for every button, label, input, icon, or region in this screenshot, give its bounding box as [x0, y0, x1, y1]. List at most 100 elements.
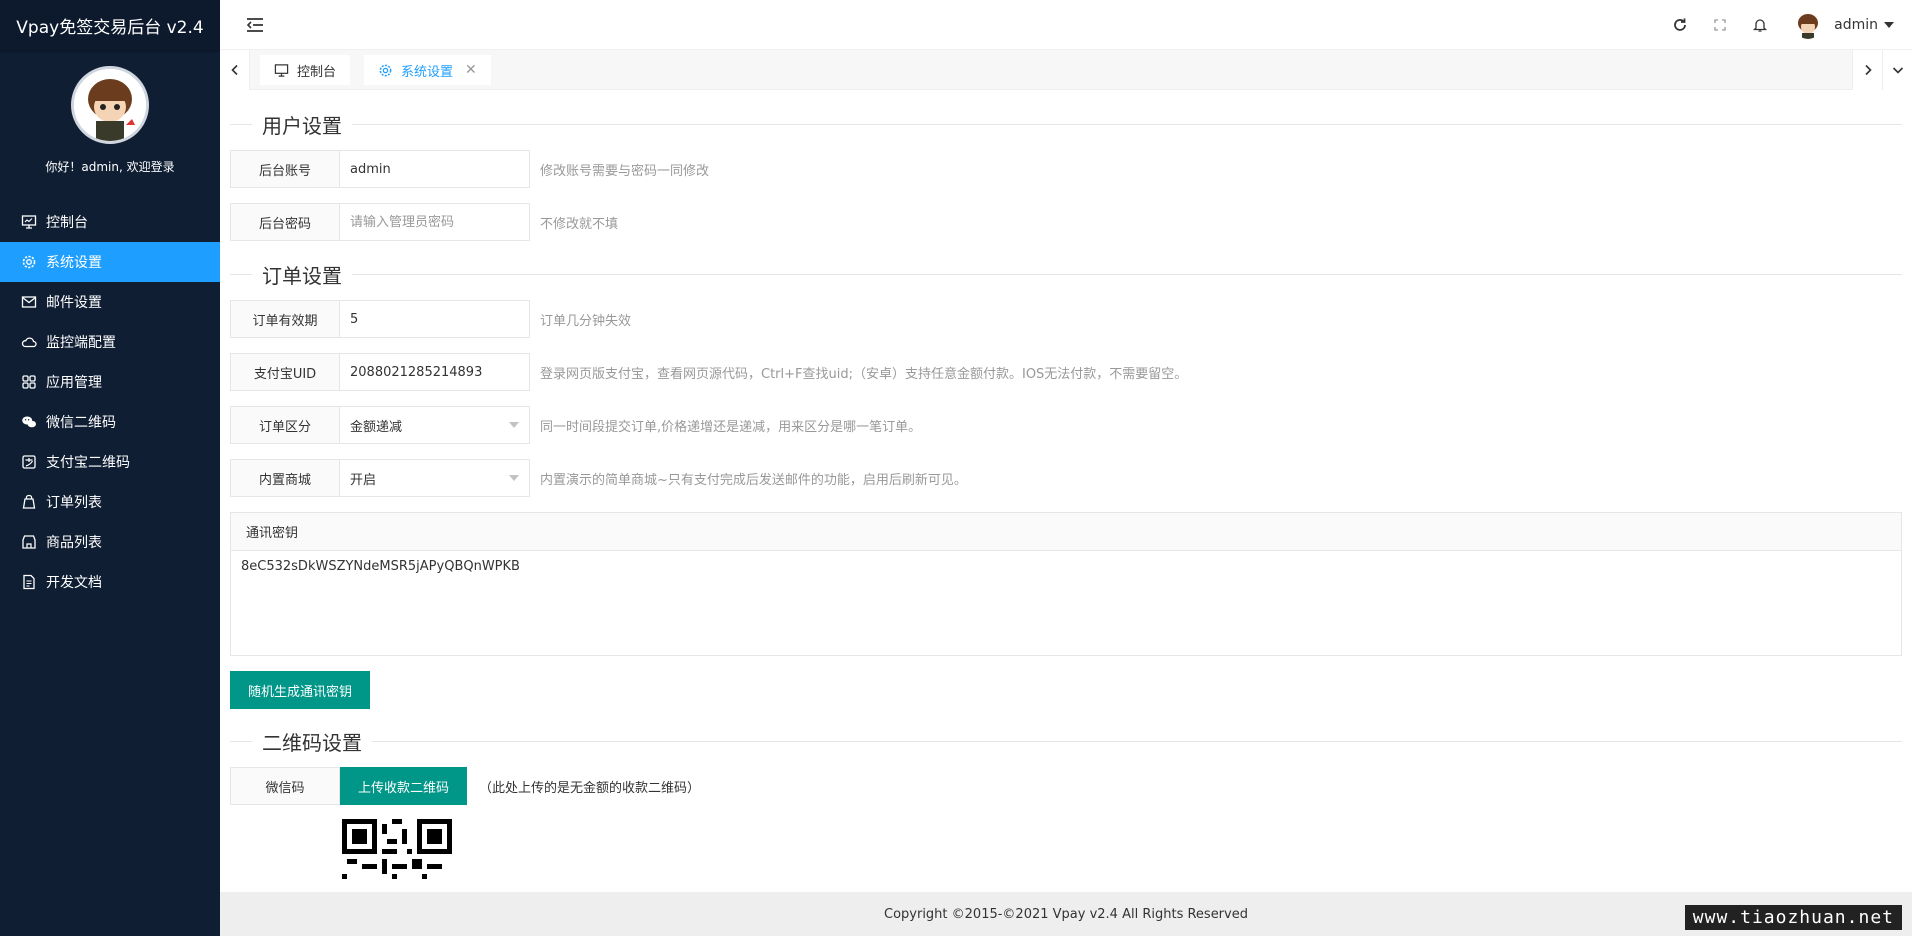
order-mode-select[interactable]: 金额递减 [340, 406, 530, 444]
key-block: 通讯密钥 8eC532sDkWSZYNdeMSR5jAPyQBQnWPKB [230, 512, 1902, 656]
settings-form: 用户设置 后台账号 修改账号需要与密码一同修改 后台密码 不修改就不填 订单设置… [230, 100, 1902, 890]
tab-settings[interactable]: 系统设置 ✕ [364, 55, 491, 85]
generate-key-button[interactable]: 随机生成通讯密钥 [230, 671, 371, 709]
avatar [1794, 11, 1823, 39]
cloud-icon [20, 333, 38, 351]
sidebar-item-alipay-qr[interactable]: 支付宝二维码 [0, 442, 220, 482]
section-user-settings: 用户设置 [230, 106, 1902, 142]
tab-label: 系统设置 [401, 64, 454, 80]
expire-input[interactable] [340, 300, 530, 338]
sidebar: Vpay免签交易后台 v2.4 你好！admin, 欢迎登录 控制台 系统设置 [0, 0, 220, 936]
tab-menu-chevron-down-icon[interactable] [1882, 50, 1912, 90]
sidebar-item-monitor[interactable]: 监控端配置 [0, 322, 220, 362]
section-qr-settings: 二维码设置 [230, 723, 1902, 759]
tab-scroll-left-icon[interactable] [220, 50, 250, 90]
form-row-shop: 内置商城 开启 内置演示的简单商城~只有支付完成后发送邮件的功能，启用后刷新可见… [230, 459, 1902, 497]
divider [230, 273, 252, 275]
form-row-alipay-uid: 支付宝UID 登录网页版支付宝，查看网页源代码，Ctrl+F查找uid;（安卓）… [230, 353, 1902, 391]
gear-icon [378, 63, 393, 78]
divider [230, 123, 252, 125]
sidebar-item-docs[interactable]: 开发文档 [0, 562, 220, 602]
top-header: admin [220, 0, 1912, 50]
sidebar-item-label: 订单列表 [46, 495, 102, 511]
bag-icon [20, 493, 38, 511]
refresh-icon[interactable] [1660, 0, 1700, 50]
divider [352, 123, 1902, 125]
tabs: 控制台 系统设置 ✕ [260, 55, 491, 85]
sidebar-item-dashboard[interactable]: 控制台 [0, 202, 220, 242]
sidebar-item-mail[interactable]: 邮件设置 [0, 282, 220, 322]
chevron-down-icon [509, 475, 519, 481]
header-username: admin [1834, 17, 1878, 33]
shop-icon [20, 533, 38, 551]
wechat-qr-label: 微信码 [230, 767, 340, 805]
expire-label: 订单有效期 [230, 300, 340, 338]
sidebar-item-label: 商品列表 [46, 535, 102, 551]
key-textarea[interactable]: 8eC532sDkWSZYNdeMSR5jAPyQBQnWPKB [231, 551, 1901, 651]
key-label: 通讯密钥 [231, 513, 1901, 551]
user-menu[interactable]: admin [1780, 11, 1912, 39]
mail-icon [20, 293, 38, 311]
form-row-order-mode: 订单区分 金额递减 同一时间段提交订单,价格递增还是递减，用来区分是哪一笔订单。 [230, 406, 1902, 444]
wechat-icon [20, 413, 38, 431]
sidebar-item-products[interactable]: 商品列表 [0, 522, 220, 562]
tab-bar: 控制台 系统设置 ✕ [220, 50, 1912, 90]
account-label: 后台账号 [230, 150, 340, 188]
alipay-uid-input[interactable] [340, 353, 530, 391]
divider [230, 740, 252, 742]
welcome-text: 你好！admin, 欢迎登录 [45, 160, 175, 174]
form-row-password: 后台密码 不修改就不填 [230, 203, 1902, 241]
form-row-wechat-qr: 微信码 上传收款二维码 （此处上传的是无金额的收款二维码） [230, 767, 1902, 805]
chevron-down-icon [1884, 22, 1894, 28]
monitor-icon [20, 213, 38, 231]
header-toolbar: admin [1660, 0, 1912, 50]
sidebar-item-label: 系统设置 [46, 255, 102, 271]
bell-icon[interactable] [1740, 0, 1780, 50]
close-icon[interactable]: ✕ [465, 62, 477, 78]
account-help: 修改账号需要与密码一同修改 [540, 163, 710, 179]
section-title: 订单设置 [262, 263, 342, 288]
sidebar-item-label: 开发文档 [46, 575, 102, 591]
form-row-expire: 订单有效期 订单几分钟失效 [230, 300, 1902, 338]
password-label: 后台密码 [230, 203, 340, 241]
divider [352, 273, 1902, 275]
password-input[interactable] [340, 203, 530, 241]
sidebar-item-settings[interactable]: 系统设置 [0, 242, 220, 282]
order-mode-label: 订单区分 [230, 406, 340, 444]
sidebar-item-apps[interactable]: 应用管理 [0, 362, 220, 402]
alipay-uid-help: 登录网页版支付宝，查看网页源代码，Ctrl+F查找uid;（安卓）支持任意金额付… [540, 366, 1188, 382]
sidebar-item-label: 邮件设置 [46, 295, 102, 311]
sidebar-item-label: 应用管理 [46, 375, 102, 391]
fullscreen-icon[interactable] [1700, 0, 1740, 50]
sidebar-item-label: 支付宝二维码 [46, 455, 130, 471]
sidebar-item-label: 监控端配置 [46, 335, 116, 351]
app-logo-title[interactable]: Vpay免签交易后台 v2.4 [0, 0, 220, 50]
shop-select[interactable]: 开启 [340, 459, 530, 497]
section-title: 用户设置 [262, 113, 342, 138]
sidebar-toggle-icon[interactable] [244, 14, 266, 36]
tab-scroll-right-icon[interactable] [1852, 50, 1882, 90]
footer: Copyright ©2015-©2021 Vpay v2.4 All Righ… [220, 892, 1912, 936]
divider [372, 740, 1902, 742]
select-value: 开启 [350, 472, 377, 488]
section-title: 二维码设置 [262, 730, 362, 755]
shop-label: 内置商城 [230, 459, 340, 497]
tab-dashboard[interactable]: 控制台 [260, 55, 351, 85]
sidebar-item-label: 控制台 [46, 215, 88, 231]
sidebar-item-wechat-qr[interactable]: 微信二维码 [0, 402, 220, 442]
qr-code-image [342, 819, 452, 879]
avatar[interactable] [71, 66, 149, 144]
form-row-account: 后台账号 修改账号需要与密码一同修改 [230, 150, 1902, 188]
select-value: 金额递减 [350, 419, 403, 435]
doc-icon [20, 573, 38, 591]
upload-qr-button[interactable]: 上传收款二维码 [340, 767, 468, 805]
grid-icon [20, 373, 38, 391]
sidebar-item-orders[interactable]: 订单列表 [0, 482, 220, 522]
account-input[interactable] [340, 150, 530, 188]
user-panel: 你好！admin, 欢迎登录 [0, 50, 220, 202]
sidebar-menu: 控制台 系统设置 邮件设置 监控端配置 应用管理 微信二维码 支付宝二维码 订单… [0, 202, 220, 602]
gear-icon [20, 253, 38, 271]
copyright-text: Copyright ©2015-©2021 Vpay v2.4 All Righ… [884, 906, 1248, 922]
monitor-icon [274, 63, 289, 78]
password-help: 不修改就不填 [540, 216, 619, 232]
